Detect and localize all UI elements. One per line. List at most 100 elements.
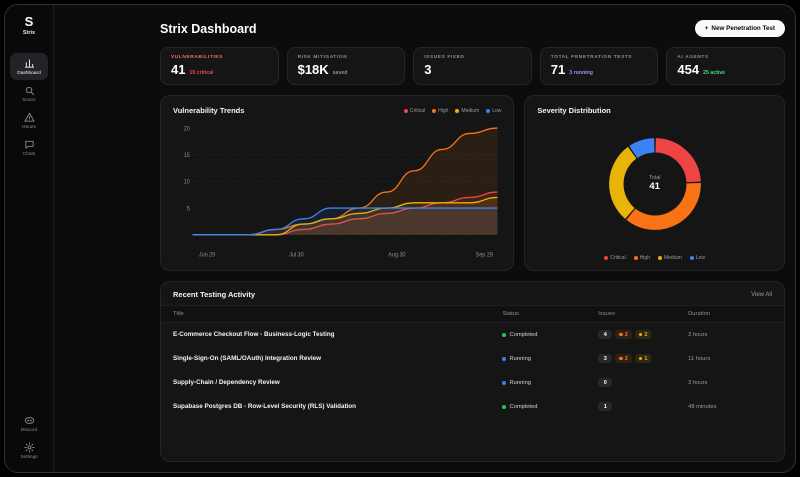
stat-sub: saved: [333, 70, 348, 76]
view-all-link[interactable]: View All: [751, 292, 772, 298]
status-dot: [502, 405, 506, 409]
row-title: E-Commerce Checkout Flow - Business-Logi…: [173, 331, 502, 338]
column-header-duration: Duration: [688, 311, 772, 317]
sidebar-item-scans[interactable]: Scans: [10, 80, 48, 107]
severity-badge: 1: [635, 354, 652, 363]
stat-label: ISSUES FIXED: [424, 55, 521, 60]
column-header-issues: Issues: [598, 311, 688, 317]
sidebar-item-settings[interactable]: Settings: [10, 437, 48, 464]
app-window: S Strix Dashboard Scans Issues Chats Discor…: [4, 4, 796, 473]
sidebar-bottom-nav: Discord Settings: [10, 410, 48, 464]
stats-row: VULNERABILITIES4110 criticalRISK MITIGAT…: [160, 47, 785, 85]
duration: 3 hours: [688, 380, 772, 386]
legend-item-critical: Critical: [604, 255, 625, 261]
svg-text:Aug 30: Aug 30: [388, 252, 406, 258]
activity-title: Recent Testing Activity: [173, 290, 255, 299]
settings-icon: [24, 442, 35, 453]
legend-item-low: Low: [690, 255, 705, 261]
stat-sub: 10 critical: [189, 70, 213, 76]
recent-activity-card: Recent Testing Activity View All TitleSt…: [160, 281, 785, 462]
issues-cell: 1: [598, 402, 688, 411]
legend-item-medium: Medium: [658, 255, 682, 261]
stat-value-row: 3: [424, 63, 521, 76]
app-logo[interactable]: S Strix: [23, 15, 35, 36]
status-label: Completed: [509, 404, 537, 410]
table-row[interactable]: Single-Sign-On (SAML/OAuth) Integration …: [161, 347, 784, 371]
svg-text:10: 10: [184, 179, 191, 185]
stat-label: AI AGENTS: [677, 55, 774, 60]
sidebar-item-label: Scans: [22, 98, 35, 103]
stat-sub: 3 running: [569, 70, 593, 76]
sidebar-item-label: Issues: [22, 125, 36, 130]
sidebar-item-issues[interactable]: Issues: [10, 107, 48, 134]
legend-label: Medium: [461, 108, 479, 114]
table-row[interactable]: Supply-Chain / Dependency Review Running 0…: [161, 371, 784, 395]
legend-dot: [404, 109, 408, 113]
row-title: Supabase Postgres DB - Row-Level Securit…: [173, 403, 502, 410]
status-badge: Completed: [502, 404, 598, 410]
sidebar-item-discord[interactable]: Discord: [10, 410, 48, 437]
stat-value-row: 71 3 running: [551, 63, 648, 76]
issues-total-badge: 3: [598, 354, 612, 363]
legend-item-medium: Medium: [455, 108, 479, 114]
sidebar-item-label: Settings: [20, 455, 37, 460]
stat-card: RISK MITIGATION$18Ksaved: [287, 47, 406, 85]
table-row[interactable]: Supabase Postgres DB - Row-Level Securit…: [161, 395, 784, 418]
table-row[interactable]: E-Commerce Checkout Flow - Business-Logi…: [161, 323, 784, 347]
status-label: Completed: [509, 332, 537, 338]
severity-dot: [639, 357, 643, 361]
status-badge: Running: [502, 380, 598, 386]
status-dot: [502, 381, 506, 385]
legend-label: Critical: [610, 255, 625, 261]
column-header-title: Title: [173, 311, 502, 317]
stat-label: TOTAL PENETRATION TESTS: [551, 55, 648, 60]
legend-item-critical: Critical: [404, 108, 425, 114]
issues-total-badge: 0: [598, 378, 612, 387]
issues-cell: 0: [598, 378, 688, 387]
stat-value: 454: [677, 63, 699, 76]
stat-label: VULNERABILITIES: [171, 55, 268, 60]
trends-card-header: Vulnerability Trends CriticalHighMediumL…: [173, 106, 501, 115]
new-penetration-test-button[interactable]: + New Penetration Test: [695, 20, 785, 37]
app-name: Strix: [23, 30, 35, 36]
legend-dot: [486, 109, 490, 113]
status-label: Running: [509, 356, 531, 362]
search-icon: [24, 85, 35, 96]
sidebar-item-label: Discord: [21, 428, 37, 433]
plus-icon: +: [705, 25, 709, 32]
severity-dot: [619, 333, 623, 337]
duration: 48 minutes: [688, 404, 772, 410]
sidebar-item-label: Dashboard: [17, 71, 40, 76]
legend-label: Medium: [664, 255, 682, 261]
stat-value: 71: [551, 63, 565, 76]
trends-chart-svg: 5101520Jun 29Jul 30Aug 30Sep 29: [173, 119, 501, 262]
status-label: Running: [509, 380, 531, 386]
discord-icon: [24, 415, 35, 426]
legend-item-low: Low: [486, 108, 501, 114]
legend-dot: [690, 256, 694, 260]
stat-value: 3: [424, 63, 431, 76]
column-header-status: Status: [502, 311, 598, 317]
trends-title: Vulnerability Trends: [173, 106, 244, 115]
legend-dot: [634, 256, 638, 260]
legend-dot: [658, 256, 662, 260]
new-penetration-test-label: New Penetration Test: [711, 25, 775, 32]
status-badge: Completed: [502, 332, 598, 338]
severity-dot: [639, 333, 643, 337]
sidebar-item-label: Chats: [23, 152, 36, 157]
legend-dot: [455, 109, 459, 113]
activity-table-body: E-Commerce Checkout Flow - Business-Logi…: [161, 323, 784, 418]
sidebar-item-chats[interactable]: Chats: [10, 134, 48, 161]
sidebar-item-dashboard[interactable]: Dashboard: [10, 53, 48, 80]
charts-row: Vulnerability Trends CriticalHighMediumL…: [160, 95, 785, 271]
svg-text:20: 20: [184, 126, 191, 132]
severity-dot: [619, 357, 623, 361]
vulnerability-trends-card: Vulnerability Trends CriticalHighMediumL…: [160, 95, 514, 271]
strix-logo-icon: S: [25, 15, 34, 29]
row-title: Supply-Chain / Dependency Review: [173, 379, 502, 386]
svg-text:Jul 30: Jul 30: [289, 252, 304, 258]
activity-table-header: TitleStatusIssuesDuration: [161, 305, 784, 323]
severity-badge: 2: [615, 330, 632, 339]
stat-sub: 25 active: [703, 70, 725, 76]
svg-text:5: 5: [187, 206, 190, 212]
